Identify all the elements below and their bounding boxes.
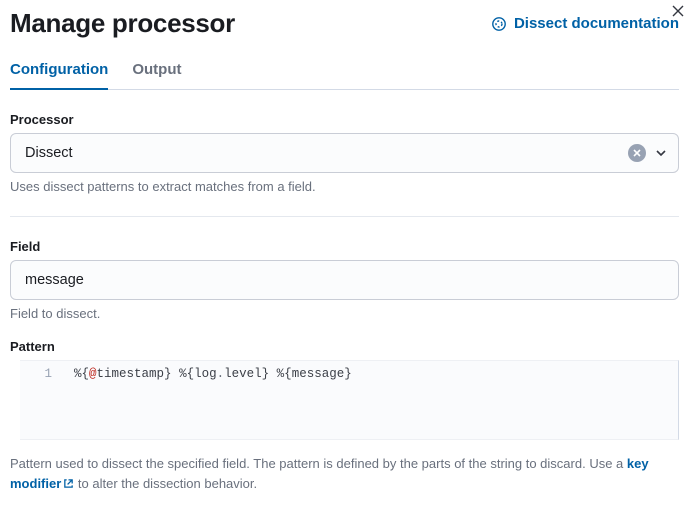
- line-number: 1: [20, 367, 52, 381]
- pattern-help: Pattern used to dissect the specified fi…: [10, 454, 679, 494]
- code-line: %{@timestamp} %{log.level} %{message}: [70, 361, 352, 439]
- pattern-help-suffix: to alter the dissection behavior.: [74, 476, 257, 491]
- clear-processor-button[interactable]: [628, 144, 646, 162]
- processor-dropdown-toggle[interactable]: [654, 146, 668, 160]
- x-icon: [633, 149, 641, 157]
- documentation-link[interactable]: Dissect documentation: [491, 15, 679, 32]
- tab-configuration[interactable]: Configuration: [10, 61, 108, 90]
- gutter: 1: [20, 361, 70, 439]
- header: Manage processor Dissect documentation: [10, 8, 679, 39]
- divider: [10, 216, 679, 217]
- page-title: Manage processor: [10, 8, 235, 39]
- pattern-editor[interactable]: 1 %{@timestamp} %{log.level} %{message}: [20, 360, 679, 440]
- field-group: Field Field to dissect.: [10, 239, 679, 321]
- chevron-down-icon: [654, 146, 668, 160]
- close-icon: [671, 4, 685, 18]
- help-icon: [491, 16, 507, 32]
- documentation-link-label: Dissect documentation: [514, 15, 679, 32]
- tab-output[interactable]: Output: [132, 61, 181, 90]
- pattern-group: Pattern 1 %{@timestamp} %{log.level} %{m…: [10, 339, 679, 494]
- pattern-help-prefix: Pattern used to dissect the specified fi…: [10, 456, 627, 471]
- pattern-label: Pattern: [10, 339, 679, 354]
- tabs: Configuration Output: [10, 61, 679, 90]
- field-label: Field: [10, 239, 679, 254]
- field-input[interactable]: [10, 260, 679, 300]
- external-link-icon: [63, 475, 74, 495]
- processor-select[interactable]: Dissect: [10, 133, 679, 173]
- processor-value: Dissect: [25, 145, 628, 161]
- processor-help: Uses dissect patterns to extract matches…: [10, 179, 679, 194]
- close-button[interactable]: [667, 0, 689, 22]
- processor-group: Processor Dissect Uses dissect patterns …: [10, 112, 679, 194]
- field-help: Field to dissect.: [10, 306, 679, 321]
- processor-label: Processor: [10, 112, 679, 127]
